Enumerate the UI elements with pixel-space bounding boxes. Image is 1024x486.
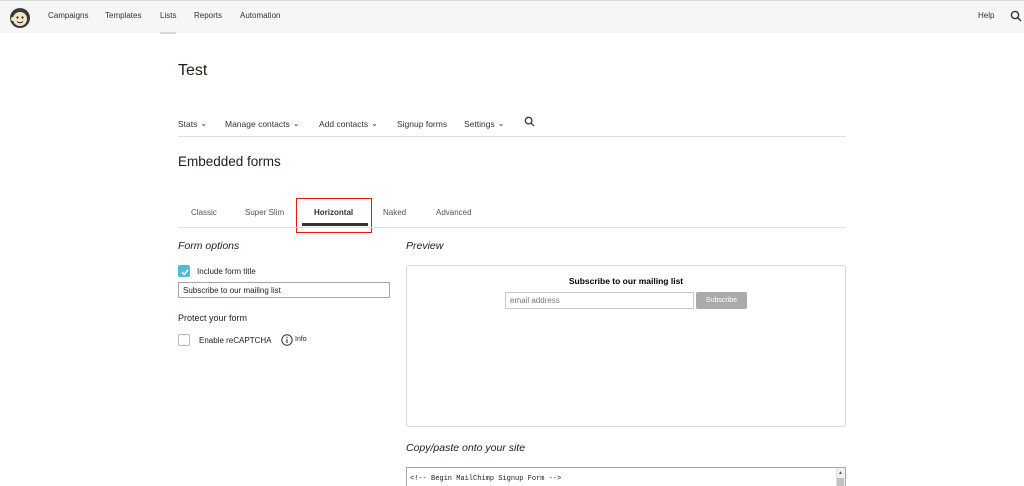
preview-subscribe-button[interactable]: Subscribe [696,292,747,309]
protect-form-heading: Protect your form [178,313,248,323]
search-icon[interactable] [1010,10,1022,22]
nav-automation[interactable]: Automation [240,11,280,20]
help-link[interactable]: Help [978,11,994,20]
nav-templates[interactable]: Templates [105,11,141,20]
tab-naked[interactable]: Naked [383,208,406,217]
section-title: Embedded forms [178,154,281,169]
mailchimp-logo-icon[interactable] [9,7,31,29]
tabs-divider [178,227,846,228]
copy-paste-heading: Copy/paste onto your site [406,442,526,454]
chevron-down-icon: ⌄ [292,119,300,128]
nav-reports[interactable]: Reports [194,11,222,20]
include-title-label: Include form title [197,267,256,276]
top-navigation-bar: Campaigns Templates Lists Reports Automa… [0,0,1024,34]
preview-form-title: Subscribe to our mailing list [568,276,684,286]
info-icon[interactable] [281,334,293,346]
subnav-settings-label: Settings [464,119,495,129]
code-scrollbar-thumb[interactable] [837,478,844,486]
info-label[interactable]: Info [295,336,307,343]
chevron-down-icon: ⌄ [371,119,378,128]
subnav-add-contacts-label: Add contacts [319,119,369,129]
tab-advanced[interactable]: Advanced [436,208,472,217]
subnav-manage-contacts[interactable]: Manage contacts ⌄ [225,119,299,129]
subnav-add-contacts[interactable]: Add contacts ⌄ [319,119,378,129]
preview-email-input[interactable] [505,292,694,309]
subnav-stats-label: Stats [178,119,198,129]
nav-campaigns[interactable]: Campaigns [48,11,88,20]
page-title: Test [178,62,208,79]
subnav-settings[interactable]: Settings ⌄ [464,119,504,129]
subnav-stats[interactable]: Stats ⌄ [178,119,207,129]
include-title-checkbox[interactable] [178,265,190,277]
preview-panel [406,265,846,427]
preview-heading: Preview [406,240,444,252]
subnav-divider [178,136,846,137]
scroll-up-arrow-icon[interactable]: ▲ [838,470,843,476]
tab-classic[interactable]: Classic [191,208,217,217]
subnav-signup-forms[interactable]: Signup forms [397,119,447,129]
nav-lists[interactable]: Lists [160,11,177,34]
chevron-down-icon: ⌄ [497,119,505,128]
checkmark-icon [181,269,189,276]
subnav-signup-forms-label: Signup forms [397,119,448,129]
form-options-heading: Form options [178,240,240,252]
recaptcha-label: Enable reCAPTCHA [199,336,272,345]
chevron-down-icon: ⌄ [200,119,208,128]
form-title-input[interactable] [178,282,390,298]
tab-super-slim[interactable]: Super Slim [245,208,284,217]
search-icon[interactable] [524,116,535,127]
embed-code-first-line: <!-- Begin MailChimp Signup Form --> [410,475,562,483]
subnav-manage-contacts-label: Manage contacts [225,119,290,129]
recaptcha-checkbox[interactable] [178,334,190,346]
